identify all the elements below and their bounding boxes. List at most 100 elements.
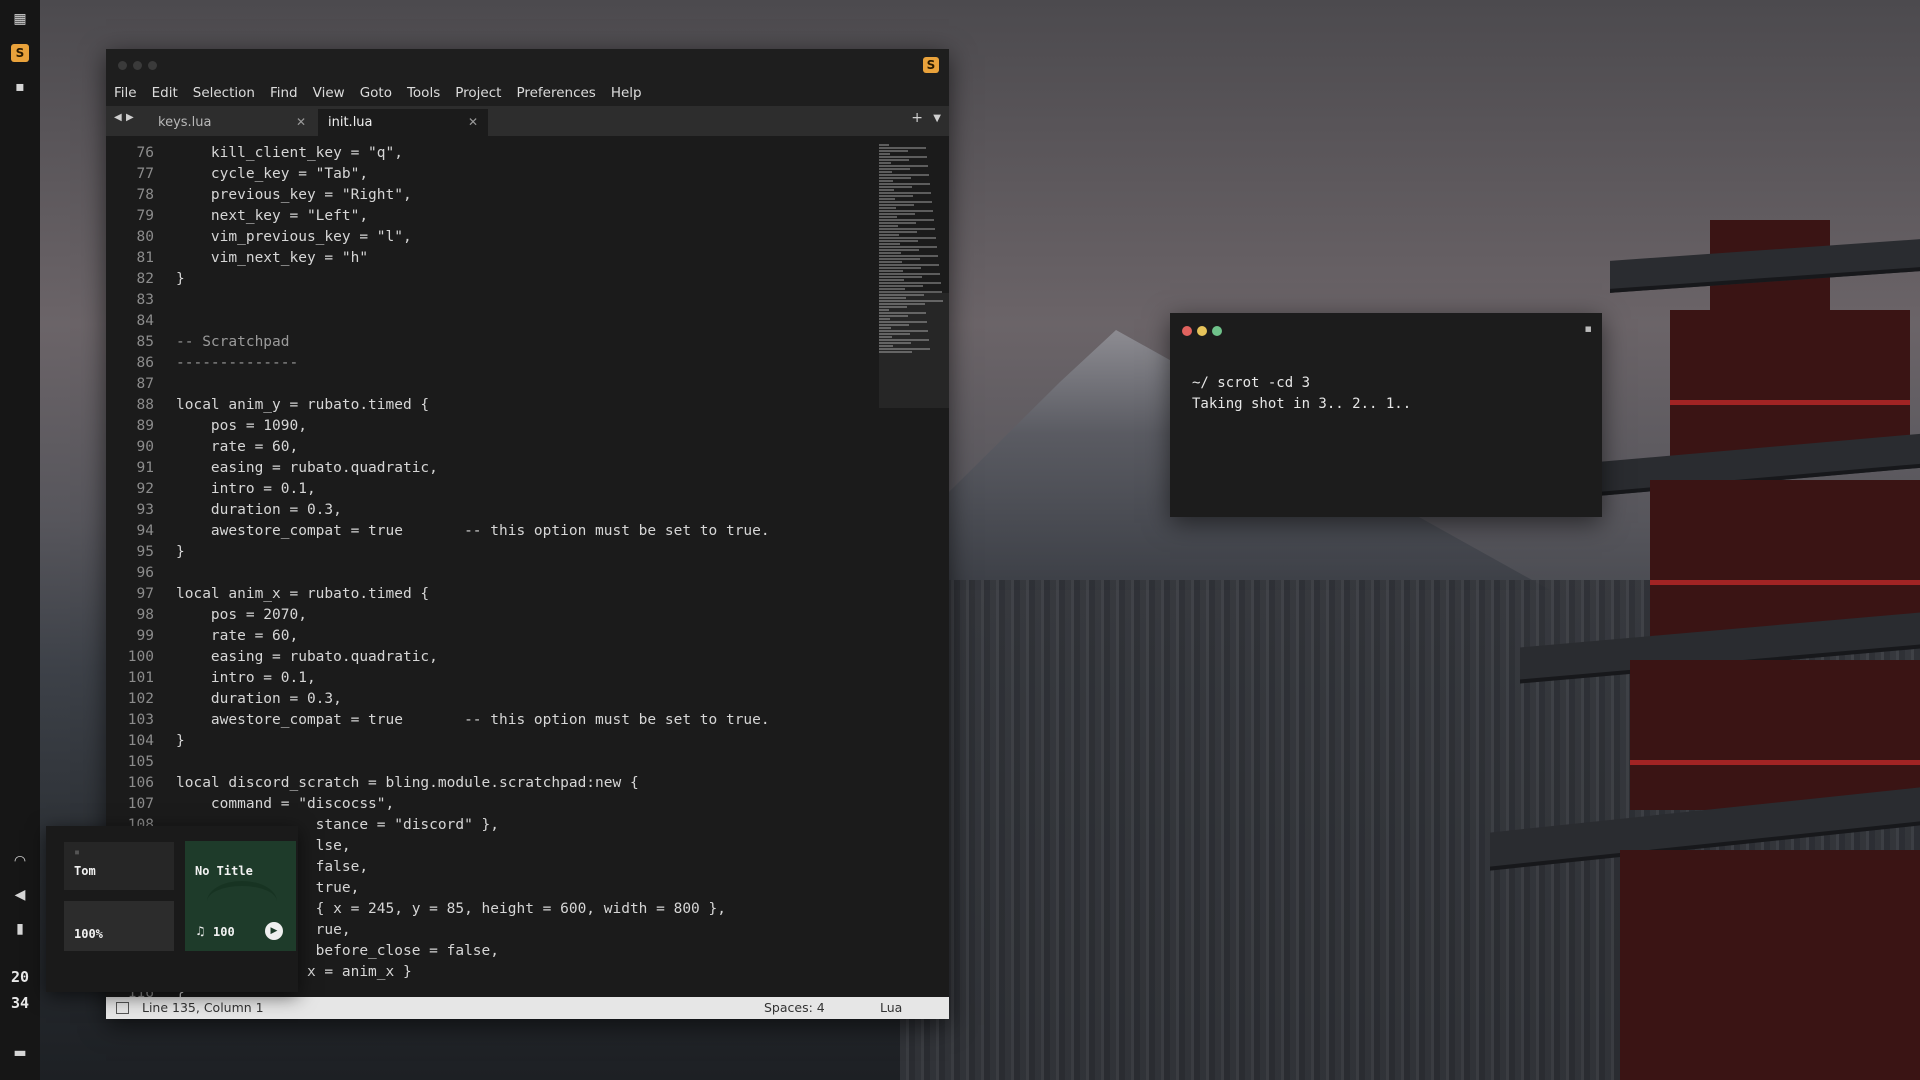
dashboard-widget: ▪ Tom 100% No Title ♫ 100 ▶ bbox=[46, 826, 298, 992]
line-number: 104 bbox=[127, 733, 154, 749]
code-line[interactable]: rate = 60, bbox=[176, 626, 976, 647]
menu-help[interactable]: Help bbox=[611, 85, 642, 101]
tab-keys-lua[interactable]: keys.lua ✕ bbox=[148, 109, 316, 136]
minimap-line bbox=[879, 147, 926, 149]
minimap-line bbox=[879, 207, 896, 209]
code-line[interactable]: duration = 0.3, bbox=[176, 500, 976, 521]
menu-edit[interactable]: Edit bbox=[152, 85, 178, 101]
minimap-line bbox=[879, 264, 939, 266]
line-number: 91 bbox=[136, 460, 154, 476]
terminal-minimize-button[interactable] bbox=[1197, 326, 1207, 336]
code-line[interactable]: rate = 60, bbox=[176, 437, 976, 458]
headphones-icon: ♫ bbox=[195, 924, 206, 938]
code-line[interactable]: awestore_compat = true -- this option mu… bbox=[176, 521, 976, 542]
notifications-icon[interactable]: ▬ bbox=[11, 1044, 29, 1062]
menu-tools[interactable]: Tools bbox=[407, 85, 440, 101]
terminal-app-icon[interactable]: ▪ bbox=[11, 78, 29, 96]
tab-list-chevron-icon[interactable]: ▼ bbox=[933, 113, 941, 124]
menu-view[interactable]: View bbox=[313, 85, 345, 101]
minimap-line bbox=[879, 210, 933, 212]
terminal-close-button[interactable] bbox=[1182, 326, 1192, 336]
editor-close-button[interactable] bbox=[118, 61, 127, 70]
code-line[interactable]: -------------- bbox=[176, 353, 976, 374]
tab-close-icon[interactable]: ✕ bbox=[468, 109, 478, 136]
code-line[interactable] bbox=[176, 374, 976, 395]
minimap-line bbox=[879, 234, 899, 236]
menu-find[interactable]: Find bbox=[270, 85, 298, 101]
menu-project[interactable]: Project bbox=[455, 85, 501, 101]
tab-init-lua[interactable]: init.lua ✕ bbox=[318, 109, 488, 136]
play-button[interactable]: ▶ bbox=[265, 922, 283, 940]
minimap[interactable] bbox=[879, 143, 949, 439]
line-number: 94 bbox=[136, 523, 154, 539]
minimap-line bbox=[879, 168, 910, 170]
code-line[interactable]: vim_next_key = "h" bbox=[176, 248, 976, 269]
line-number: 99 bbox=[136, 628, 154, 644]
code-line[interactable] bbox=[176, 290, 976, 311]
minimap-line bbox=[879, 255, 938, 257]
code-line[interactable]: } bbox=[176, 542, 976, 563]
minimap-line bbox=[879, 159, 909, 161]
line-number: 95 bbox=[136, 544, 154, 560]
code-line[interactable]: -- Scratchpad bbox=[176, 332, 976, 353]
sublime-text-icon[interactable]: S bbox=[11, 44, 29, 62]
code-line[interactable]: easing = rubato.quadratic, bbox=[176, 647, 976, 668]
menu-preferences[interactable]: Preferences bbox=[516, 85, 595, 101]
code-line[interactable]: } bbox=[176, 269, 976, 290]
code-line[interactable]: command = "discocss", bbox=[176, 794, 976, 815]
minimap-line bbox=[879, 219, 934, 221]
code-line[interactable]: pos = 1090, bbox=[176, 416, 976, 437]
line-number: 101 bbox=[127, 670, 154, 686]
volume-icon[interactable]: ◀ bbox=[11, 886, 29, 904]
code-line[interactable]: local discord_scratch = bling.module.scr… bbox=[176, 773, 976, 794]
panel-toggle-icon[interactable] bbox=[116, 1002, 129, 1014]
syntax-setting[interactable]: Lua bbox=[880, 997, 902, 1019]
minimap-line bbox=[879, 285, 923, 287]
left-dock: ▦ S ▪ ◠ ◀ ▮ 20 34 ▬ bbox=[0, 0, 40, 1080]
code-line[interactable] bbox=[176, 563, 976, 584]
cursor-position: Line 135, Column 1 bbox=[142, 1000, 264, 1015]
code-line[interactable]: pos = 2070, bbox=[176, 605, 976, 626]
minimap-line bbox=[879, 198, 895, 200]
code-line[interactable]: local anim_x = rubato.timed { bbox=[176, 584, 976, 605]
code-line[interactable]: previous_key = "Right", bbox=[176, 185, 976, 206]
battery-icon[interactable]: ▮ bbox=[11, 920, 29, 938]
code-line[interactable]: awestore_compat = true -- this option mu… bbox=[176, 710, 976, 731]
tab-prev-icon[interactable]: ◀ bbox=[114, 112, 122, 123]
menu-file[interactable]: File bbox=[114, 85, 137, 101]
minimap-line bbox=[879, 165, 928, 167]
code-line[interactable]: } bbox=[176, 731, 976, 752]
code-line[interactable]: intro = 0.1, bbox=[176, 479, 976, 500]
tab-bar: ◀ ▶ keys.lua ✕ init.lua ✕ + ▼ bbox=[106, 106, 949, 136]
code-line[interactable]: kill_client_key = "q", bbox=[176, 143, 976, 164]
editor-titlebar[interactable]: S bbox=[106, 49, 949, 79]
editor-minimize-button[interactable] bbox=[133, 61, 142, 70]
code-line[interactable]: local anim_y = rubato.timed { bbox=[176, 395, 976, 416]
editor-maximize-button[interactable] bbox=[148, 61, 157, 70]
code-line[interactable]: cycle_key = "Tab", bbox=[176, 164, 976, 185]
apps-grid-icon[interactable]: ▦ bbox=[11, 10, 29, 28]
brightness-slider[interactable]: 100% bbox=[64, 901, 174, 951]
terminal-output: ~/ scrot -cd 3 Taking shot in 3.. 2.. 1.… bbox=[1192, 373, 1411, 415]
code-line[interactable] bbox=[176, 311, 976, 332]
wifi-icon[interactable]: ◠ bbox=[11, 852, 29, 870]
code-line[interactable] bbox=[176, 752, 976, 773]
minimap-line bbox=[879, 240, 918, 242]
code-line[interactable]: intro = 0.1, bbox=[176, 668, 976, 689]
code-line[interactable]: duration = 0.3, bbox=[176, 689, 976, 710]
code-line[interactable]: easing = rubato.quadratic, bbox=[176, 458, 976, 479]
tab-close-icon[interactable]: ✕ bbox=[296, 109, 306, 136]
new-tab-icon[interactable]: + bbox=[911, 110, 923, 126]
line-number: 78 bbox=[136, 187, 154, 203]
code-line[interactable]: vim_previous_key = "l", bbox=[176, 227, 976, 248]
terminal-maximize-button[interactable] bbox=[1212, 326, 1222, 336]
indentation-setting[interactable]: Spaces: 4 bbox=[764, 997, 825, 1019]
code-line[interactable]: next_key = "Left", bbox=[176, 206, 976, 227]
menu-selection[interactable]: Selection bbox=[193, 85, 255, 101]
sublime-logo-icon: S bbox=[923, 57, 939, 73]
minimap-line bbox=[879, 153, 890, 155]
menu-goto[interactable]: Goto bbox=[360, 85, 392, 101]
minimap-viewport[interactable] bbox=[879, 293, 949, 408]
tab-next-icon[interactable]: ▶ bbox=[126, 112, 134, 123]
terminal-window[interactable]: ▪ ~/ scrot -cd 3 Taking shot in 3.. 2.. … bbox=[1170, 313, 1602, 517]
